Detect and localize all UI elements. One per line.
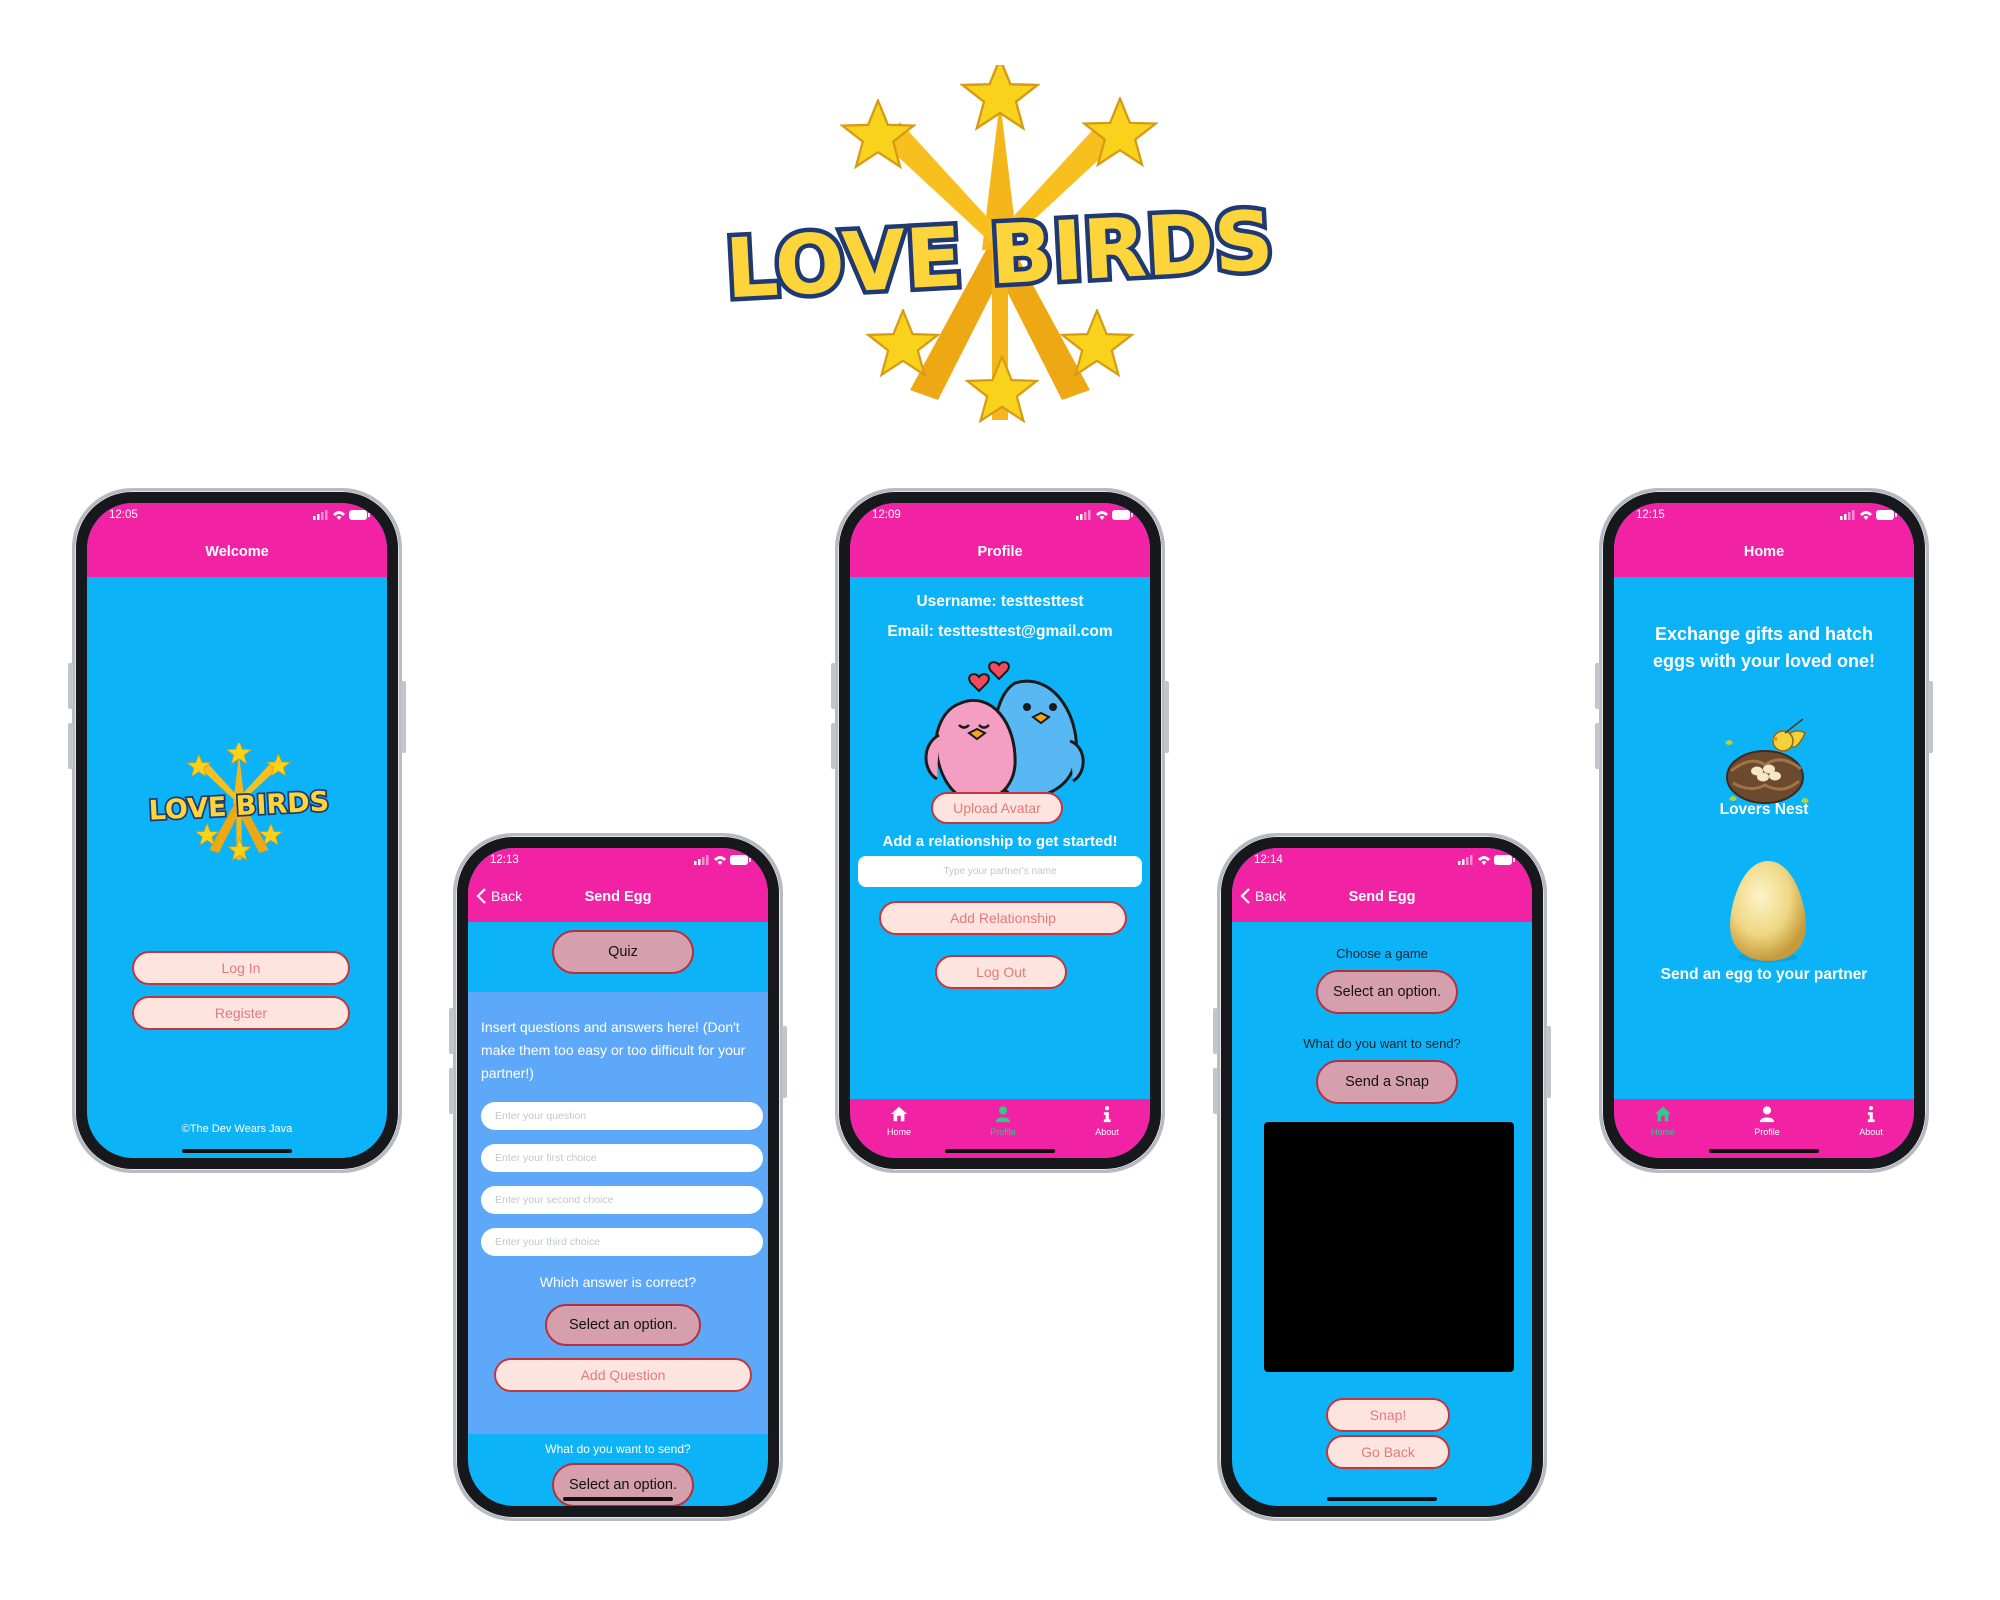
- upload-avatar-button[interactable]: Upload Avatar: [931, 792, 1063, 824]
- page-title: Send Egg: [1348, 889, 1416, 905]
- logout-button[interactable]: Log Out: [935, 955, 1067, 989]
- go-back-button[interactable]: Go Back: [1326, 1435, 1450, 1469]
- status-icons: [313, 508, 371, 522]
- tab-profile[interactable]: Profile: [963, 1105, 1043, 1137]
- logo-text: LOVE BIRDS: [723, 194, 1275, 318]
- status-icons: [1076, 508, 1134, 522]
- status-time: 12:13: [490, 854, 519, 866]
- page-title: Send Egg: [584, 889, 652, 905]
- phone-quiz: 12:13 Back Send Egg Quiz Insert question…: [449, 833, 787, 1521]
- home-indicator: [945, 1149, 1055, 1153]
- home-icon: [1654, 1105, 1672, 1123]
- second-choice-field[interactable]: Enter your second choice: [481, 1186, 763, 1214]
- tab-home[interactable]: Home: [1623, 1105, 1703, 1137]
- user-icon: [1758, 1105, 1776, 1123]
- nest-label: Lovers Nest: [1719, 801, 1809, 818]
- first-choice-field[interactable]: Enter your first choice: [481, 1144, 763, 1172]
- tab-profile[interactable]: Profile: [1727, 1105, 1807, 1137]
- login-button[interactable]: Log In: [132, 951, 350, 985]
- home-icon: [890, 1105, 908, 1123]
- game-select[interactable]: Select an option.: [1316, 970, 1458, 1014]
- partner-name-input[interactable]: Type your partner's name: [858, 856, 1142, 887]
- send-egg-label[interactable]: Send an egg to your partner: [1614, 966, 1914, 984]
- header: 12:09 Profile: [850, 503, 1150, 577]
- register-button[interactable]: Register: [132, 996, 350, 1030]
- home-indicator: [1327, 1497, 1437, 1501]
- quiz-instructions: Insert questions and answers here! (Don'…: [481, 1019, 746, 1081]
- phone-snap: 12:14 Back Send Egg Choose a game Select…: [1213, 833, 1551, 1521]
- user-icon: [994, 1105, 1012, 1123]
- status-time: 12:14: [1254, 854, 1283, 866]
- header: 12:13 Back Send Egg: [468, 848, 768, 922]
- tab-about-label: About: [1859, 1127, 1883, 1137]
- quiz-button[interactable]: Quiz: [552, 930, 694, 974]
- welcome-screen: 12:05 Welcome LOVE BIRDS Log In Register…: [87, 503, 387, 1158]
- info-icon: [1098, 1105, 1116, 1123]
- add-relationship-prompt: Add a relationship to get started!: [882, 833, 1118, 850]
- status-icons: [1458, 853, 1516, 867]
- add-relationship-button[interactable]: Add Relationship: [879, 901, 1127, 935]
- footer-credit: ©The Dev Wears Java: [181, 1123, 293, 1135]
- tab-profile-label: Profile: [990, 1127, 1016, 1137]
- header: 12:15 Home: [1614, 503, 1914, 577]
- status-icons: [694, 853, 752, 867]
- tab-home-label: Home: [1650, 1127, 1675, 1137]
- header: 12:05 Welcome: [87, 503, 387, 577]
- send-snap-button[interactable]: Send a Snap: [1316, 1060, 1458, 1104]
- send-prompt: What do you want to send?: [1303, 1036, 1461, 1051]
- tab-home-label: Home: [886, 1127, 911, 1137]
- page-title: Home: [1743, 544, 1785, 560]
- tab-about[interactable]: About: [1831, 1105, 1911, 1137]
- status-time: 12:09: [872, 509, 901, 521]
- home-indicator: [1709, 1149, 1819, 1153]
- email-label: Email: testtesttest@gmail.com: [887, 623, 1113, 640]
- tab-profile-label: Profile: [1754, 1127, 1780, 1137]
- love-birds-logo: LOVE BIRDS: [670, 65, 1330, 430]
- info-icon: [1862, 1105, 1880, 1123]
- third-choice-field[interactable]: Enter your third choice: [481, 1228, 763, 1256]
- home-headline: Exchange gifts and hatch eggs with your …: [1652, 624, 1876, 671]
- header: 12:14 Back Send Egg: [1232, 848, 1532, 922]
- camera-preview: [1264, 1122, 1514, 1372]
- question-field[interactable]: Enter your question: [481, 1102, 763, 1130]
- home-indicator: [563, 1497, 673, 1501]
- welcome-logo-text: LOVE BIRDS: [148, 786, 330, 826]
- status-time: 12:15: [1636, 509, 1665, 521]
- correct-answer-select[interactable]: Select an option.: [545, 1304, 701, 1346]
- phone-home: 12:15 Home Exchange gifts and hatch eggs…: [1595, 488, 1933, 1173]
- home-indicator: [182, 1149, 292, 1153]
- profile-screen: 12:09 Profile Username: testtesttest Ema…: [850, 503, 1150, 1158]
- page-title: Profile: [977, 544, 1023, 560]
- phone-profile: 12:09 Profile Username: testtesttest Ema…: [831, 488, 1169, 1173]
- username-label: Username: testtesttest: [916, 593, 1084, 610]
- tab-about-label: About: [1095, 1127, 1119, 1137]
- phone-welcome: 12:05 Welcome LOVE BIRDS Log In Register…: [68, 488, 406, 1173]
- snap-button[interactable]: Snap!: [1326, 1398, 1450, 1432]
- quiz-panel: Insert questions and answers here! (Don'…: [468, 992, 768, 1434]
- choose-game-label: Choose a game: [1336, 946, 1428, 961]
- snap-screen: 12:14 Back Send Egg Choose a game Select…: [1232, 848, 1532, 1506]
- tab-about[interactable]: About: [1067, 1105, 1147, 1137]
- send-prompt: What do you want to send?: [545, 1442, 691, 1456]
- status-time: 12:05: [109, 509, 138, 521]
- status-icons: [1840, 508, 1898, 522]
- page-title: Welcome: [205, 544, 269, 560]
- tab-home[interactable]: Home: [859, 1105, 939, 1137]
- home-screen: 12:15 Home Exchange gifts and hatch eggs…: [1614, 503, 1914, 1158]
- egg-image[interactable]: [1728, 857, 1808, 965]
- which-correct-label: Which answer is correct?: [539, 1274, 697, 1290]
- welcome-logo: LOVE BIRDS: [129, 743, 349, 863]
- add-question-button[interactable]: Add Question: [494, 1358, 752, 1392]
- quiz-screen: 12:13 Back Send Egg Quiz Insert question…: [468, 848, 768, 1506]
